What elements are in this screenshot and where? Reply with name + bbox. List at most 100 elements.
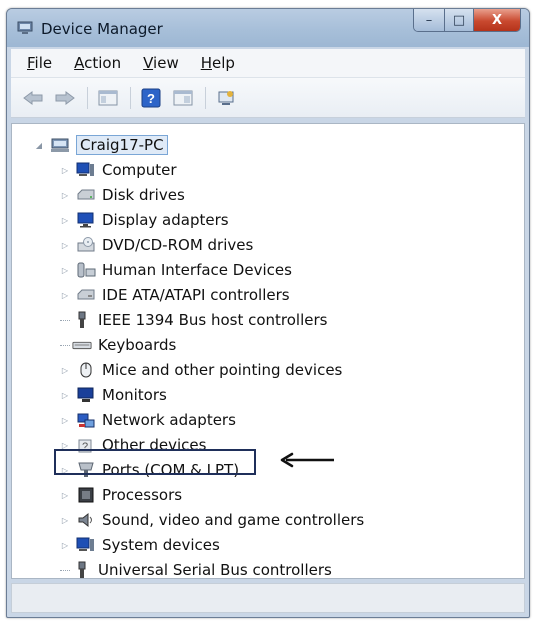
tree-item-label: Sound, video and game controllers [102,511,365,529]
tree-item-label: Universal Serial Bus controllers [98,561,332,579]
maximize-button[interactable]: □ [445,9,474,31]
tree-connector [60,319,70,321]
scan-hardware-icon [218,90,234,105]
ide-controller-icon [76,286,96,304]
speaker-icon [76,511,96,529]
tree-connector [60,569,70,571]
system-devices-icon [76,536,96,554]
menu-action-label: ction [84,54,122,72]
show-hide-console-tree-icon [98,90,118,105]
tree-item-human-interface-devices[interactable]: ▷ Human Interface Devices [60,259,292,281]
disk-drive-icon [76,186,96,204]
keyboard-icon [72,336,92,354]
toolbar-separator [130,86,131,109]
tree-item-label: DVD/CD-ROM drives [102,236,254,254]
tree-item-usb-controllers[interactable]: Universal Serial Bus controllers [60,559,332,581]
expand-arrow-icon[interactable]: ▷ [60,364,70,376]
computer-network-icon [50,136,70,154]
menu-file-label: ile [34,54,53,72]
left-arrow-icon [280,452,334,468]
show-hide-console-tree-button[interactable] [96,87,120,109]
properties-icon [173,90,193,105]
tree-item-label: Processors [102,486,183,504]
tree-item-label: System devices [102,536,220,554]
hid-icon [76,261,96,279]
tree-item-disk-drives[interactable]: ▷ Disk drives [60,184,185,206]
tree-item-mice[interactable]: ▷ Mice and other pointing devices [60,359,342,381]
expand-arrow-icon[interactable]: ▷ [60,214,70,226]
expand-arrow-icon[interactable]: ▷ [60,189,70,201]
tree-item-ieee-1394-bus-host-controllers[interactable]: IEEE 1394 Bus host controllers [60,309,327,331]
expand-arrow-icon[interactable]: ▷ [60,289,70,301]
tree-item-label: Human Interface Devices [102,261,292,279]
expand-arrow-icon[interactable]: ▷ [60,514,70,526]
device-manager-icon [17,21,33,34]
tree-item-label: Computer [102,161,177,179]
close-button[interactable]: X [474,9,520,31]
tree-item-system-devices[interactable]: ▷ System devices [60,534,220,556]
menu-view-accesskey: V [143,54,154,72]
status-bar [11,583,525,613]
tree-item-monitors[interactable]: ▷ Monitors [60,384,167,406]
tree-item-keyboards[interactable]: Keyboards [60,334,176,356]
mouse-icon [76,361,96,379]
display-adapter-icon [76,211,96,229]
tree-item-computer[interactable]: ▷ Computer [60,159,177,181]
tree-item-processors[interactable]: ▷ Processors [60,484,182,506]
ieee1394-icon [72,311,92,329]
tree-item-display-adapters[interactable]: ▷ Display adapters [60,209,229,231]
menu-bar: File Action View Help [11,49,525,78]
caption-buttons: – □ X [413,9,521,32]
menu-view-label: iew [153,54,179,72]
back-icon [23,90,43,105]
window-title: Device Manager [41,20,163,38]
expand-arrow-icon[interactable]: ▷ [60,539,70,551]
forward-button[interactable] [53,87,77,109]
expand-arrow-icon[interactable]: ▷ [60,489,70,501]
expand-arrow-icon[interactable]: ▷ [60,389,70,401]
dvd-drive-icon [76,236,96,254]
scan-hardware-button[interactable] [214,87,238,109]
device-tree[interactable]: ◢ Craig17-PC ▷ Computer ▷ Disk drives ▷ … [11,123,525,579]
collapse-arrow-icon[interactable]: ◢ [34,139,44,151]
network-adapter-icon [76,411,96,429]
tree-item-label: Display adapters [102,211,229,229]
help-button[interactable]: ? [139,87,163,109]
title-bar[interactable]: Device Manager – □ X [7,9,529,47]
forward-icon [55,90,75,105]
back-button[interactable] [21,87,45,109]
tree-item-label: Disk drives [102,186,185,204]
tree-connector [60,344,70,346]
toolbar: ? [11,78,525,118]
menu-action[interactable]: Action [74,54,121,72]
menu-help[interactable]: Help [201,54,235,72]
minimize-button[interactable]: – [414,9,445,31]
menu-file[interactable]: File [27,54,52,72]
tree-item-label: IEEE 1394 Bus host controllers [98,311,328,329]
device-manager-window: Device Manager – □ X File Action View He… [6,8,530,618]
expand-arrow-icon[interactable]: ▷ [60,414,70,426]
tree-item-label: Network adapters [102,411,236,429]
tree-root-label: Craig17-PC [76,135,168,155]
tree-item-sound-video-game[interactable]: ▷ Sound, video and game controllers [60,509,364,531]
computer-icon [76,161,96,179]
tree-item-ide-ata-atapi-controllers[interactable]: ▷ IDE ATA/ATAPI controllers [60,284,290,306]
tree-item-label: Monitors [102,386,167,404]
expand-arrow-icon[interactable]: ▷ [60,164,70,176]
expand-arrow-icon[interactable]: ▷ [60,264,70,276]
toolbar-separator [205,86,206,109]
tree-root[interactable]: ◢ Craig17-PC [34,134,168,156]
menu-help-label: elp [212,54,235,72]
tree-item-dvd-cdrom-drives[interactable]: ▷ DVD/CD-ROM drives [60,234,253,256]
tree-item-network-adapters[interactable]: ▷ Network adapters [60,409,236,431]
tree-item-label: Mice and other pointing devices [102,361,343,379]
tree-item-label: Keyboards [98,336,177,354]
expand-arrow-icon[interactable]: ▷ [60,239,70,251]
menu-view[interactable]: View [143,54,179,72]
toolbar-separator [87,86,88,109]
menu-file-accesskey: F [27,54,35,72]
processor-icon [76,486,96,504]
properties-button[interactable] [171,87,195,109]
help-icon: ? [141,88,161,107]
tree-item-label: IDE ATA/ATAPI controllers [102,286,290,304]
